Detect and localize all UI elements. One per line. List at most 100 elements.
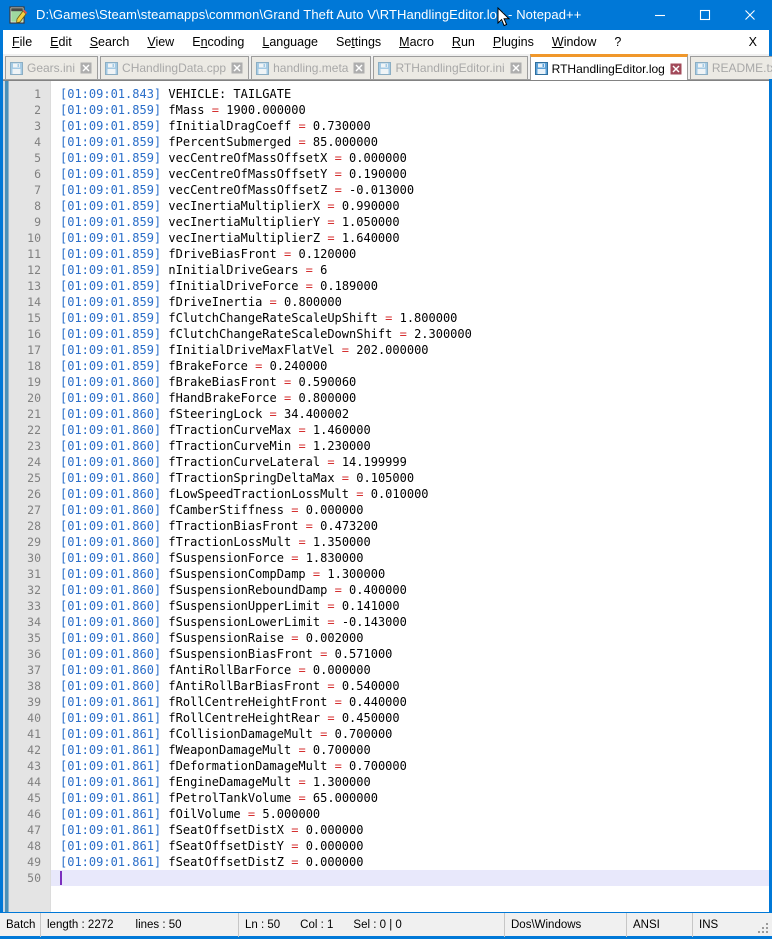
code-line[interactable]: [01:09:01.859] vecCentreOfMassOffsetX = … bbox=[60, 150, 769, 166]
editor-pane[interactable]: 1 2 3 4 5 6 7 8 9 10 11 12 13 14 15 16 17 18 19 20 21 22 23 24 2… bbox=[3, 80, 769, 912]
code-line[interactable]: [01:09:01.861] fPetrolTankVolume = 65.00… bbox=[60, 790, 769, 806]
minimize-button[interactable] bbox=[637, 0, 682, 30]
code-line[interactable]: [01:09:01.861] fOilVolume = 5.000000 bbox=[60, 806, 769, 822]
code-text-area[interactable]: [01:09:01.843] VEHICLE: TAILGATE [01:09:0… bbox=[51, 81, 769, 912]
code-line[interactable]: [01:09:01.859] vecCentreOfMassOffsetY = … bbox=[60, 166, 769, 182]
log-parameter-value: 0.189000 bbox=[320, 279, 378, 293]
assignment-operator: = bbox=[327, 231, 335, 245]
document-tab[interactable]: CHandlingData.cpp bbox=[100, 56, 250, 79]
code-line[interactable]: [01:09:01.860] fTractionCurveLateral = 1… bbox=[60, 454, 769, 470]
menu-help[interactable]: ? bbox=[605, 31, 630, 54]
assignment-operator: = bbox=[269, 407, 277, 421]
code-line[interactable]: [01:09:01.860] fCamberStiffness = 0.0000… bbox=[60, 502, 769, 518]
line-number: 36 bbox=[27, 647, 41, 661]
menu-encoding[interactable]: Encoding bbox=[183, 31, 253, 54]
code-line[interactable]: [01:09:01.859] fInitialDragCoeff = 0.730… bbox=[60, 118, 769, 134]
tab-close-icon[interactable] bbox=[353, 62, 365, 74]
document-tab[interactable]: Gears.ini bbox=[5, 56, 99, 79]
code-line[interactable]: [01:09:01.859] fClutchChangeRateScaleDow… bbox=[60, 326, 769, 342]
code-line[interactable]: [01:09:01.859] vecInertiaMultiplierX = 0… bbox=[60, 198, 769, 214]
code-line[interactable]: [01:09:01.859] nInitialDriveGears = 6 bbox=[60, 262, 769, 278]
code-line[interactable]: [01:09:01.861] fSeatOffsetDistY = 0.0000… bbox=[60, 838, 769, 854]
menu-file[interactable]: File bbox=[3, 31, 41, 54]
menu-view[interactable]: View bbox=[138, 31, 183, 54]
code-line[interactable]: [01:09:01.860] fSuspensionUpperLimit = 0… bbox=[60, 598, 769, 614]
line-number: 27 bbox=[27, 503, 41, 517]
code-line[interactable]: [01:09:01.860] fSuspensionCompDamp = 1.3… bbox=[60, 566, 769, 582]
close-document-button[interactable]: X bbox=[740, 31, 769, 54]
status-encoding[interactable]: ANSI bbox=[627, 912, 693, 937]
code-line[interactable]: [01:09:01.860] fSuspensionForce = 1.8300… bbox=[60, 550, 769, 566]
code-line[interactable]: [01:09:01.859] vecInertiaMultiplierY = 1… bbox=[60, 214, 769, 230]
code-line[interactable]: [01:09:01.859] fDriveInertia = 0.800000 bbox=[60, 294, 769, 310]
status-insert-mode[interactable]: INS bbox=[693, 913, 772, 937]
code-line[interactable]: [01:09:01.860] fHandBrakeForce = 0.80000… bbox=[60, 390, 769, 406]
log-parameter-name: fClutchChangeRateScaleUpShift bbox=[168, 311, 378, 325]
log-parameter-value: 0.440000 bbox=[349, 695, 407, 709]
document-tab[interactable]: README.txt bbox=[689, 56, 772, 79]
document-tab[interactable]: handling.meta bbox=[251, 56, 372, 79]
log-parameter-name: vecInertiaMultiplierZ bbox=[168, 231, 321, 245]
code-line[interactable]: [01:09:01.861] fDeformationDamageMult = … bbox=[60, 758, 769, 774]
code-line[interactable]: [01:09:01.860] fSuspensionBiasFront = 0.… bbox=[60, 646, 769, 662]
code-line[interactable]: [01:09:01.859] fBrakeForce = 0.240000 bbox=[60, 358, 769, 374]
code-line[interactable]: [01:09:01.860] fBrakeBiasFront = 0.59006… bbox=[60, 374, 769, 390]
code-line[interactable]: [01:09:01.860] fTractionCurveMax = 1.460… bbox=[60, 422, 769, 438]
menu-window[interactable]: Window bbox=[543, 31, 605, 54]
resize-grip-icon[interactable] bbox=[758, 922, 769, 934]
code-line[interactable]: [01:09:01.860] fAntiRollBarForce = 0.000… bbox=[60, 662, 769, 678]
menu-settings[interactable]: Settings bbox=[327, 31, 390, 54]
status-eol-format[interactable]: Dos\Windows bbox=[505, 912, 627, 937]
code-line[interactable]: [01:09:01.860] fLowSpeedTractionLossMult… bbox=[60, 486, 769, 502]
code-line[interactable]: [01:09:01.860] fSteeringLock = 34.400002 bbox=[60, 406, 769, 422]
log-parameter-value: 0.141000 bbox=[341, 599, 400, 613]
menu-language[interactable]: Language bbox=[253, 31, 327, 54]
code-line[interactable]: [01:09:01.861] fRollCentreHeightRear = 0… bbox=[60, 710, 769, 726]
code-line[interactable]: [01:09:01.861] fEngineDamageMult = 1.300… bbox=[60, 774, 769, 790]
log-parameter-value: 0.105000 bbox=[356, 471, 415, 485]
code-line[interactable]: [01:09:01.860] fTractionCurveMin = 1.230… bbox=[60, 438, 769, 454]
menu-run[interactable]: Run bbox=[443, 31, 484, 54]
menu-edit[interactable]: Edit bbox=[41, 31, 81, 54]
code-line[interactable]: [01:09:01.861] fSeatOffsetDistX = 0.0000… bbox=[60, 822, 769, 838]
code-line[interactable]: [01:09:01.861] fRollCentreHeightFront = … bbox=[60, 694, 769, 710]
maximize-button[interactable] bbox=[682, 0, 727, 30]
tab-close-icon[interactable] bbox=[80, 62, 92, 74]
code-line[interactable]: [01:09:01.859] fClutchChangeRateScaleUpS… bbox=[60, 310, 769, 326]
code-line[interactable]: [01:09:01.861] fSeatOffsetDistZ = 0.0000… bbox=[60, 854, 769, 870]
log-parameter-name: fSuspensionForce bbox=[168, 551, 284, 565]
code-line[interactable]: [01:09:01.859] fInitialDriveMaxFlatVel =… bbox=[60, 342, 769, 358]
code-line[interactable]: [01:09:01.860] fSuspensionLowerLimit = -… bbox=[60, 614, 769, 630]
log-timestamp: [01:09:01.861] bbox=[60, 839, 162, 853]
code-line[interactable]: [01:09:01.859] vecInertiaMultiplierZ = 1… bbox=[60, 230, 769, 246]
code-line[interactable]: [01:09:01.861] fWeaponDamageMult = 0.700… bbox=[60, 742, 769, 758]
tab-close-icon[interactable] bbox=[231, 62, 243, 74]
code-line[interactable]: [01:09:01.859] fPercentSubmerged = 85.00… bbox=[60, 134, 769, 150]
document-tab-label: RTHandlingEditor.log bbox=[551, 61, 665, 76]
code-line[interactable]: [01:09:01.859] fMass = 1900.000000 bbox=[60, 102, 769, 118]
menu-macro[interactable]: Macro bbox=[390, 31, 443, 54]
code-line[interactable]: [01:09:01.860] fTractionLossMult = 1.350… bbox=[60, 534, 769, 550]
code-line[interactable]: [01:09:01.860] fSuspensionRaise = 0.0020… bbox=[60, 630, 769, 646]
line-number: 14 bbox=[27, 295, 41, 309]
menu-search[interactable]: Search bbox=[81, 31, 139, 54]
code-line[interactable]: [01:09:01.843] VEHICLE: TAILGATE bbox=[60, 86, 769, 102]
code-line[interactable]: [01:09:01.860] fTractionBiasFront = 0.47… bbox=[60, 518, 769, 534]
assignment-operator: = bbox=[305, 519, 313, 533]
code-line[interactable] bbox=[51, 870, 769, 886]
log-timestamp: [01:09:01.861] bbox=[60, 855, 162, 869]
code-line[interactable]: [01:09:01.860] fSuspensionReboundDamp = … bbox=[60, 582, 769, 598]
code-line[interactable]: [01:09:01.859] vecCentreOfMassOffsetZ = … bbox=[60, 182, 769, 198]
log-timestamp: [01:09:01.859] bbox=[60, 183, 162, 197]
tab-close-icon[interactable] bbox=[510, 62, 522, 74]
code-line[interactable]: [01:09:01.859] fDriveBiasFront = 0.12000… bbox=[60, 246, 769, 262]
code-line[interactable]: [01:09:01.859] fInitialDriveForce = 0.18… bbox=[60, 278, 769, 294]
code-line[interactable]: [01:09:01.861] fCollisionDamageMult = 0.… bbox=[60, 726, 769, 742]
menu-plugins[interactable]: Plugins bbox=[484, 31, 543, 54]
document-tab[interactable]: RTHandlingEditor.ini bbox=[373, 56, 528, 79]
document-tab[interactable]: RTHandlingEditor.log bbox=[529, 54, 688, 80]
code-line[interactable]: [01:09:01.860] fAntiRollBarBiasFront = 0… bbox=[60, 678, 769, 694]
close-button[interactable] bbox=[727, 0, 772, 30]
tab-close-icon[interactable] bbox=[670, 63, 682, 75]
code-line[interactable]: [01:09:01.860] fTractionSpringDeltaMax =… bbox=[60, 470, 769, 486]
